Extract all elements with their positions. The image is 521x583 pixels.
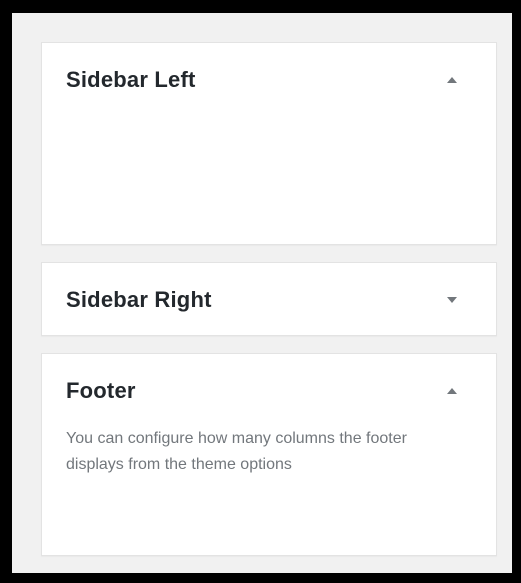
widget-area-sidebar-left: Sidebar Left xyxy=(41,42,497,245)
widget-area-sidebar-left-header[interactable]: Sidebar Left xyxy=(42,43,496,103)
widget-area-sidebar-right: Sidebar Right xyxy=(41,262,497,336)
collapse-toggle-button[interactable] xyxy=(440,379,464,403)
widget-areas-container: Sidebar Left Sidebar Right Footer You ca… xyxy=(12,13,512,573)
widget-area-sidebar-right-header[interactable]: Sidebar Right xyxy=(42,263,496,323)
widget-area-footer-header[interactable]: Footer xyxy=(42,354,496,414)
widget-area-title: Footer xyxy=(66,378,136,403)
widget-area-footer: Footer You can configure how many column… xyxy=(41,353,497,556)
collapse-toggle-button[interactable] xyxy=(440,68,464,92)
widget-area-description: You can configure how many columns the f… xyxy=(66,430,407,473)
arrow-up-icon xyxy=(447,388,457,394)
expand-toggle-button[interactable] xyxy=(440,288,464,312)
arrow-up-icon xyxy=(447,77,457,83)
arrow-down-icon xyxy=(447,297,457,303)
widget-area-title: Sidebar Left xyxy=(66,67,196,92)
widget-area-title: Sidebar Right xyxy=(66,287,212,312)
